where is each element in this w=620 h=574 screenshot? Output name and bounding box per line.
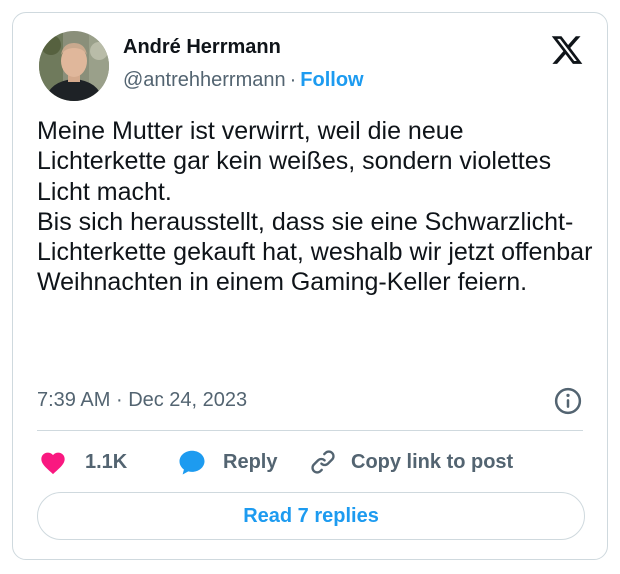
tweet-text: Meine Mutter ist verwirrt, weil die neue… (37, 116, 597, 298)
reply-button[interactable]: Reply (177, 446, 277, 478)
handle-separator: · (289, 69, 297, 91)
tweet-timestamp[interactable]: 7:39 AM · Dec 24, 2023 (37, 389, 247, 412)
author-name[interactable]: André Herrmann (123, 36, 281, 59)
author-handle-row: @antrehherrmann · Follow (123, 69, 364, 92)
read-replies-label: Read 7 replies (243, 504, 379, 527)
reply-label: Reply (223, 450, 278, 473)
info-icon[interactable] (553, 386, 583, 416)
avatar-photo (39, 31, 109, 101)
tweet-paragraph: Bis sich herausstellt, dass sie eine Sch… (37, 207, 593, 297)
tweet-card: André Herrmann @antrehherrmann · Follow Me… (12, 12, 608, 560)
like-count: 1.1K (85, 450, 128, 473)
avatar[interactable] (39, 31, 109, 101)
x-logo-icon[interactable] (550, 33, 584, 67)
link-icon (311, 450, 335, 474)
copy-link-button[interactable]: Copy link to post (309, 446, 513, 478)
tweet-time: 7:39 AM (37, 389, 111, 411)
like-button[interactable]: 1.1K (39, 446, 127, 478)
timestamp-separator: · (115, 389, 123, 411)
heart-icon (41, 452, 65, 475)
speech-bubble-icon (179, 450, 205, 475)
tweet-date: Dec 24, 2023 (128, 389, 248, 411)
divider (37, 430, 583, 431)
tweet-paragraph: Meine Mutter ist verwirrt, weil die neue… (37, 117, 552, 206)
copy-link-label: Copy link to post (351, 450, 514, 473)
author-handle[interactable]: @antrehherrmann (123, 69, 286, 91)
follow-link[interactable]: Follow (300, 69, 363, 91)
action-bar: 1.1K Reply Copy link to post (37, 446, 597, 478)
read-replies-button[interactable]: Read 7 replies (37, 492, 585, 540)
